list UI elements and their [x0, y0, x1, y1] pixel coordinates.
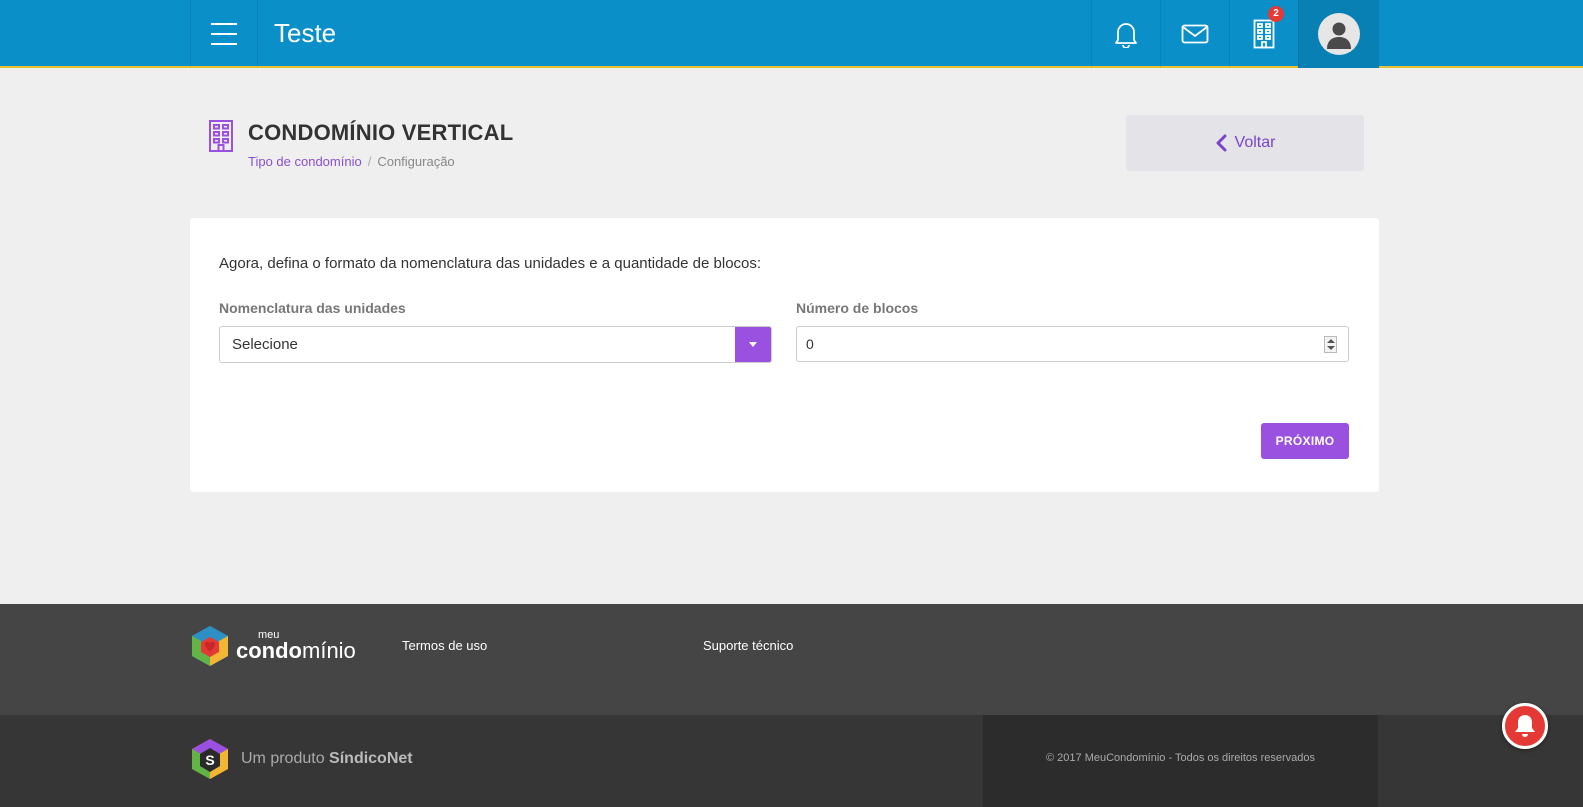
notifications-button[interactable] — [1091, 0, 1160, 68]
support-link[interactable]: Suporte técnico — [703, 638, 793, 653]
breadcrumb-link-tipo[interactable]: Tipo de condomínio — [248, 154, 362, 169]
condominiums-button[interactable]: 2 — [1229, 0, 1298, 68]
configuration-card: Agora, defina o formato da nomenclatura … — [190, 218, 1379, 492]
navbar-inner: Teste 2 — [190, 0, 1379, 68]
app-title: Teste — [274, 18, 337, 48]
logo-cond-a: condo — [236, 638, 302, 663]
product-name: SíndicoNet — [329, 750, 413, 767]
back-button[interactable]: Voltar — [1126, 115, 1364, 171]
meucondominio-logo-icon — [192, 626, 228, 666]
bell-icon — [1115, 23, 1137, 48]
top-navbar: Teste 2 — [0, 0, 1583, 68]
logo-wordmark: meu condomínio — [236, 630, 356, 662]
avatar — [1318, 13, 1360, 55]
building-icon — [1253, 19, 1275, 49]
terms-link[interactable]: Termos de uso — [402, 638, 487, 653]
sindiconet-logo-icon: S — [192, 739, 228, 779]
blocos-value: 0 — [806, 336, 814, 352]
form-intro: Agora, defina o formato da nomenclatura … — [219, 255, 762, 272]
sindiconet-brand[interactable]: S Um produto SíndicoNet — [190, 737, 413, 781]
breadcrumb-separator: / — [367, 154, 372, 169]
bell-icon — [1515, 715, 1535, 737]
copyright-text: © 2017 MeuCondomínio - Todos os direitos… — [1046, 752, 1315, 764]
menu-button[interactable] — [190, 0, 258, 68]
spinner-down-icon[interactable] — [1327, 346, 1335, 350]
spinner-up-icon[interactable] — [1327, 339, 1335, 343]
user-icon — [1327, 22, 1351, 49]
messages-button[interactable] — [1160, 0, 1229, 68]
sindiconet-text: Um produto SíndicoNet — [241, 750, 413, 768]
menu-icon — [211, 23, 237, 45]
back-button-label: Voltar — [1234, 134, 1276, 151]
meucondominio-logo[interactable]: meu condomínio — [190, 624, 356, 668]
page-building-icon — [208, 119, 234, 158]
number-spinner[interactable] — [1324, 336, 1337, 353]
breadcrumb-current: Configuração — [377, 154, 455, 169]
buildings-count-badge: 2 — [1268, 6, 1284, 22]
nomenclatura-select[interactable]: Selecione — [219, 326, 772, 363]
user-menu-button[interactable] — [1298, 0, 1379, 68]
mail-icon — [1181, 24, 1209, 44]
chevron-down-icon[interactable] — [735, 327, 771, 362]
svg-text:S: S — [205, 752, 214, 768]
next-button[interactable]: PRÓXIMO — [1261, 423, 1349, 459]
nomenclatura-selected-value: Selecione — [232, 336, 298, 353]
building-icon — [209, 120, 233, 152]
nomenclatura-label: Nomenclatura das unidades — [219, 300, 406, 316]
blocos-number-input[interactable]: 0 — [796, 326, 1349, 362]
breadcrumb: Tipo de condomínio / Configuração — [248, 154, 455, 169]
product-prefix: Um produto — [241, 750, 325, 767]
logo-cond-b: mínio — [302, 638, 356, 663]
page-title: CONDOMÍNIO VERTICAL — [248, 120, 514, 145]
chevron-left-icon — [1215, 134, 1227, 152]
logo-condominio: condomínio — [236, 638, 356, 663]
push-notifications-button[interactable] — [1502, 703, 1548, 749]
blocos-label: Número de blocos — [796, 300, 919, 316]
